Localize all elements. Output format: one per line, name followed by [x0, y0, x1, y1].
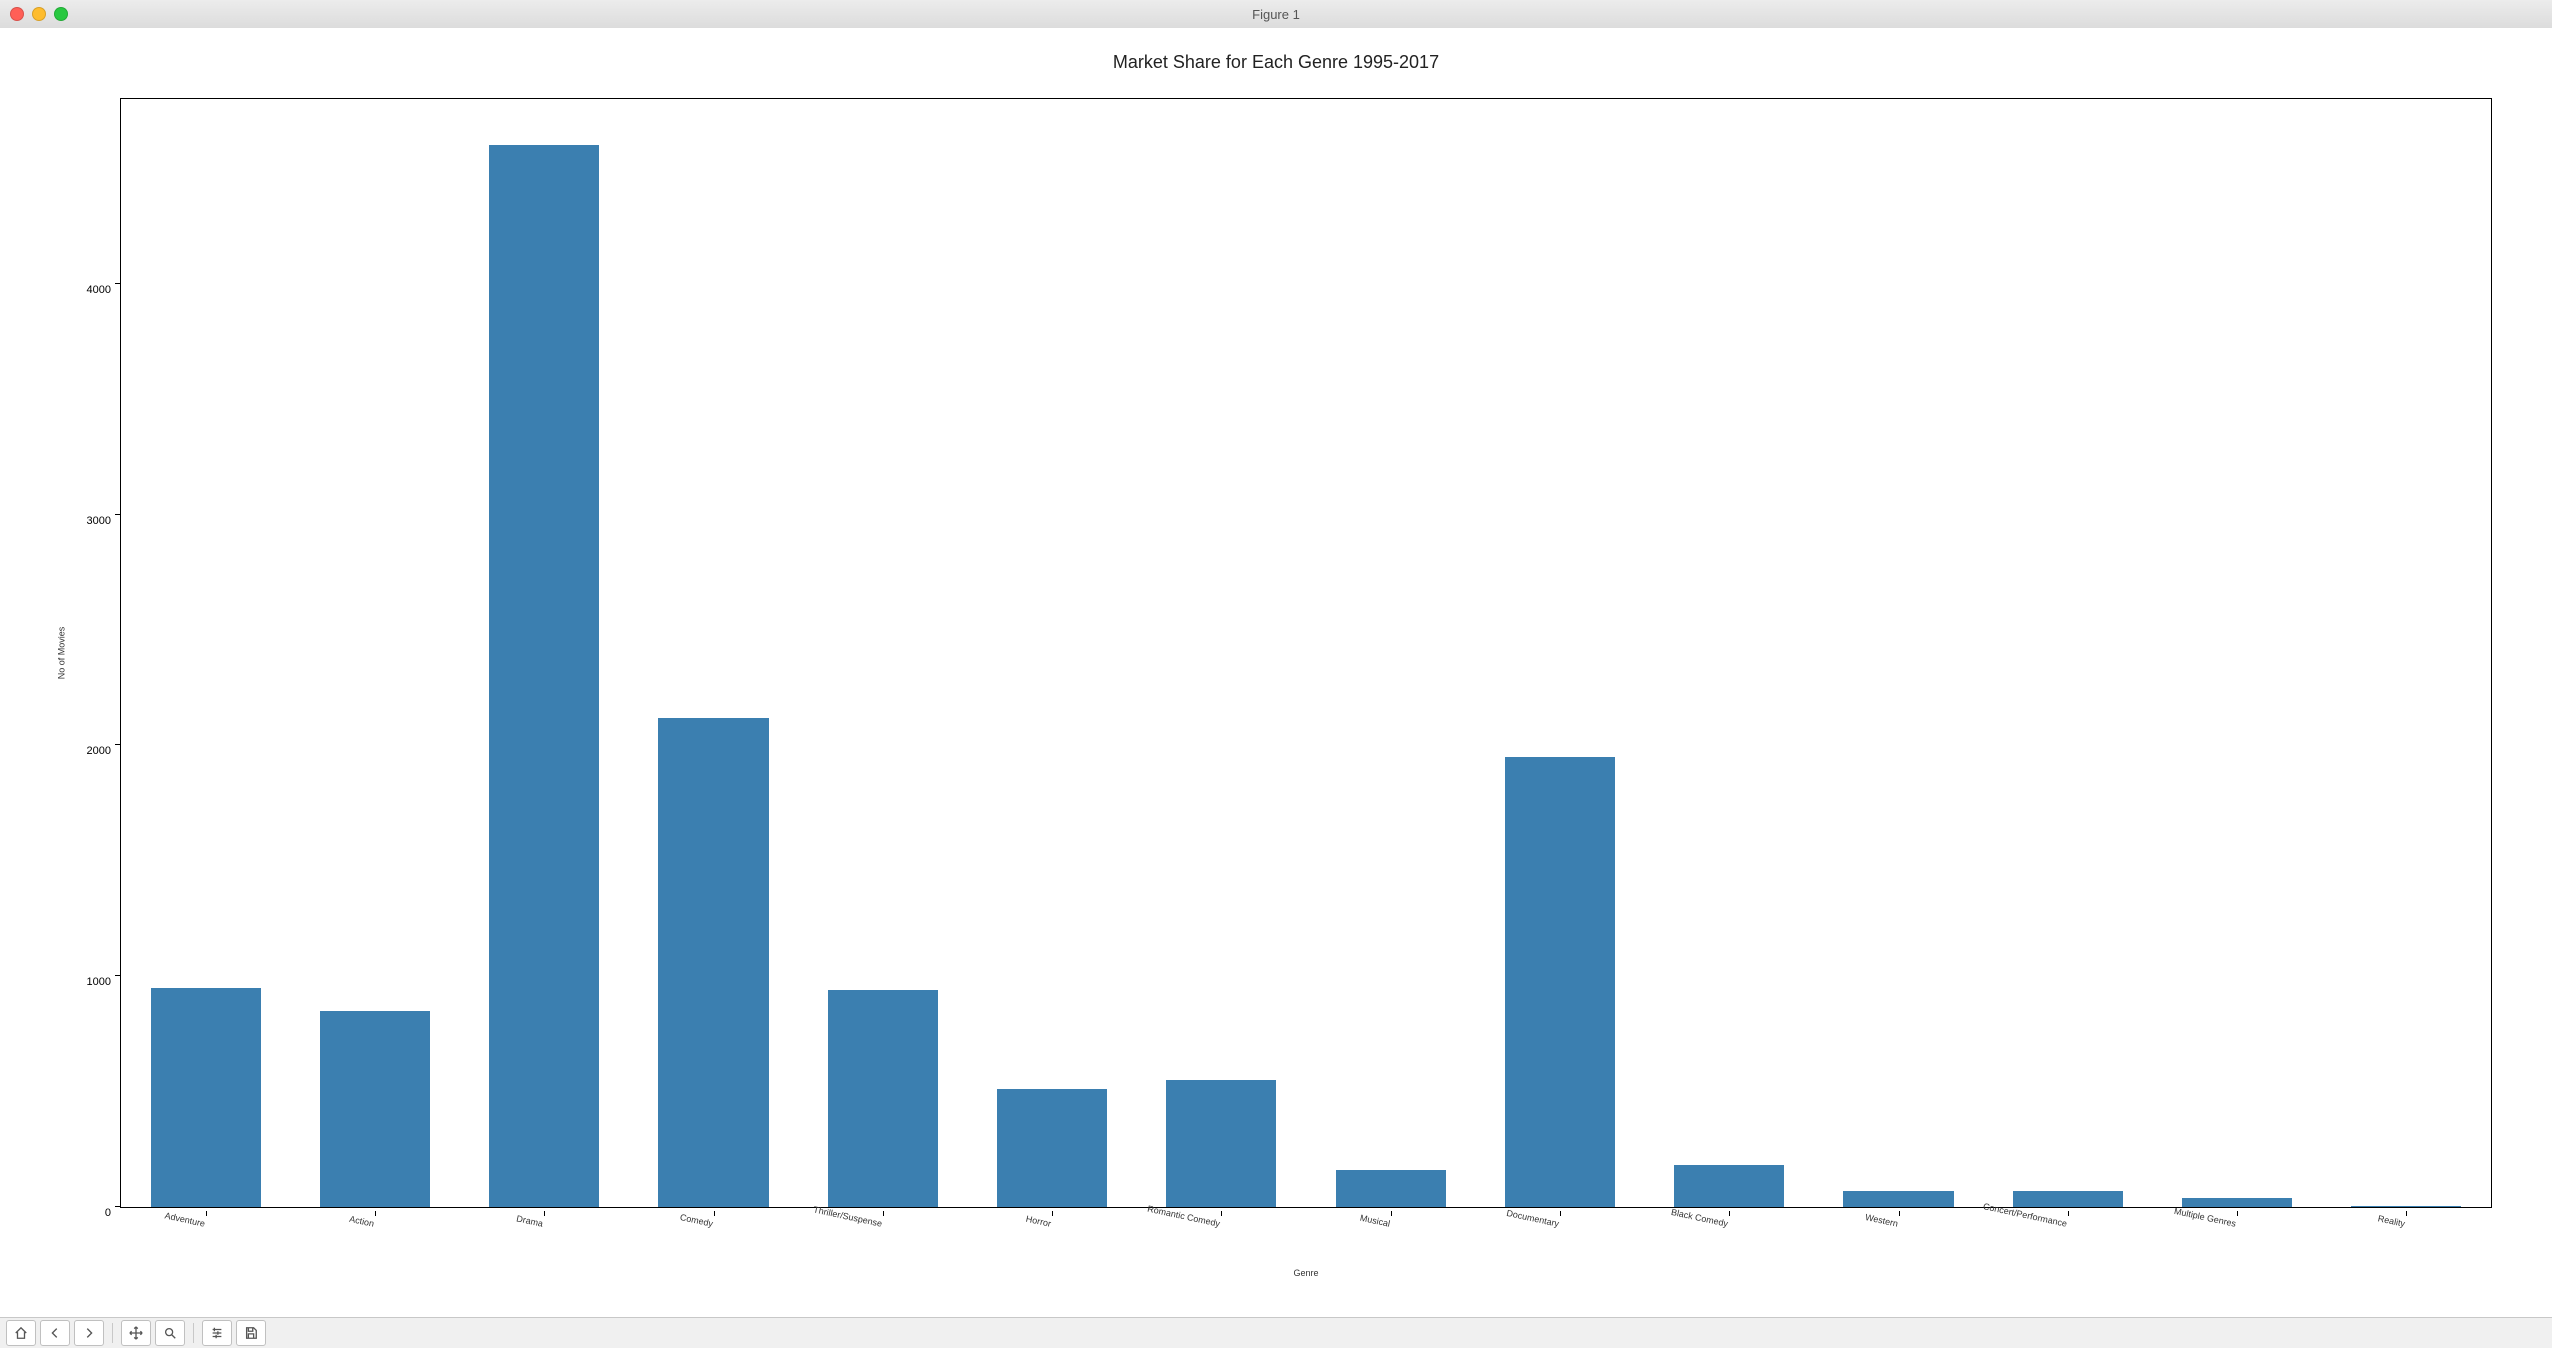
- forward-button[interactable]: [74, 1320, 104, 1346]
- y-axis-label: No of Movies: [56, 627, 66, 680]
- home-icon: [14, 1326, 28, 1340]
- bar-western: [1843, 1191, 1953, 1207]
- x-axis-label: Genre: [1293, 1268, 1318, 1278]
- bar-musical: [1336, 1170, 1446, 1207]
- x-tick-label: Horror: [1025, 1214, 1052, 1229]
- y-tick-label: 0: [71, 1207, 111, 1219]
- bar-adventure: [151, 988, 261, 1207]
- x-tick-mark: [714, 1211, 715, 1216]
- x-tick-mark: [2406, 1211, 2407, 1216]
- figure-canvas: Market Share for Each Genre 1995-2017 No…: [0, 28, 2552, 1318]
- bar-thriller-suspense: [828, 990, 938, 1207]
- zoom-button[interactable]: [155, 1320, 185, 1346]
- bar-documentary: [1505, 757, 1615, 1207]
- bar-action: [320, 1011, 430, 1207]
- x-tick-mark: [1221, 1211, 1222, 1216]
- save-icon: [244, 1326, 258, 1340]
- toolbar-separator: [112, 1323, 113, 1343]
- toolbar-separator: [193, 1323, 194, 1343]
- back-button[interactable]: [40, 1320, 70, 1346]
- back-icon: [48, 1326, 62, 1340]
- home-button[interactable]: [6, 1320, 36, 1346]
- bars-container: [121, 99, 2491, 1207]
- x-tick-label: Western: [1864, 1212, 1899, 1229]
- x-tick-mark: [1391, 1211, 1392, 1216]
- x-tick-mark: [1729, 1211, 1730, 1216]
- x-tick-mark: [2068, 1211, 2069, 1216]
- chart-title: Market Share for Each Genre 1995-2017: [0, 52, 2552, 73]
- y-tick-label: 4000: [71, 284, 111, 296]
- x-tick-label: Drama: [516, 1213, 545, 1228]
- x-tick-mark: [1560, 1211, 1561, 1216]
- x-tick-mark: [544, 1211, 545, 1216]
- y-tick-label: 3000: [71, 515, 111, 527]
- x-tick-label: Romantic Comedy: [1147, 1204, 1221, 1229]
- minimize-icon[interactable]: [32, 7, 46, 21]
- x-tick-label: Multiple Genres: [2173, 1206, 2237, 1229]
- x-tick-mark: [375, 1211, 376, 1216]
- pan-icon: [129, 1326, 143, 1340]
- plot-area: No of Movies 01000200030004000 Adventure…: [120, 98, 2492, 1208]
- x-tick-label: Musical: [1359, 1213, 1391, 1229]
- save-button[interactable]: [236, 1320, 266, 1346]
- bar-drama: [489, 145, 599, 1207]
- x-tick-label: Documentary: [1505, 1208, 1559, 1229]
- x-tick-mark: [1052, 1211, 1053, 1216]
- bar-horror: [997, 1089, 1107, 1207]
- bar-black-comedy: [1674, 1165, 1784, 1207]
- zoom-icon: [163, 1326, 177, 1340]
- x-tick-label: Reality: [2377, 1213, 2406, 1229]
- bar-comedy: [658, 718, 768, 1207]
- config-icon: [210, 1326, 224, 1340]
- x-tick-mark: [2237, 1211, 2238, 1216]
- x-tick-label: Black Comedy: [1670, 1207, 1729, 1229]
- window-titlebar: Figure 1: [0, 0, 2552, 29]
- x-tick-mark: [1899, 1211, 1900, 1216]
- x-tick-label: Thriller/Suspense: [812, 1204, 883, 1228]
- bar-concert-performance: [2013, 1191, 2123, 1207]
- axes-frame: 01000200030004000 AdventureActionDramaCo…: [120, 98, 2492, 1208]
- configure-button[interactable]: [202, 1320, 232, 1346]
- x-tick-label: Adventure: [163, 1210, 205, 1228]
- zoom-window-icon[interactable]: [54, 7, 68, 21]
- y-tick-label: 2000: [71, 745, 111, 757]
- close-icon[interactable]: [10, 7, 24, 21]
- x-tick-label: Comedy: [679, 1212, 714, 1229]
- bar-multiple-genres: [2182, 1198, 2292, 1207]
- pan-button[interactable]: [121, 1320, 151, 1346]
- mpl-toolbar: [0, 1317, 2552, 1348]
- window-controls: [10, 7, 68, 21]
- x-tick-mark: [883, 1211, 884, 1216]
- x-tick-label: Action: [348, 1214, 375, 1229]
- bar-reality: [2351, 1206, 2461, 1207]
- forward-icon: [82, 1326, 96, 1340]
- x-tick-mark: [206, 1211, 207, 1216]
- window-title: Figure 1: [0, 7, 2552, 22]
- y-tick-label: 1000: [71, 976, 111, 988]
- bar-romantic-comedy: [1166, 1080, 1276, 1207]
